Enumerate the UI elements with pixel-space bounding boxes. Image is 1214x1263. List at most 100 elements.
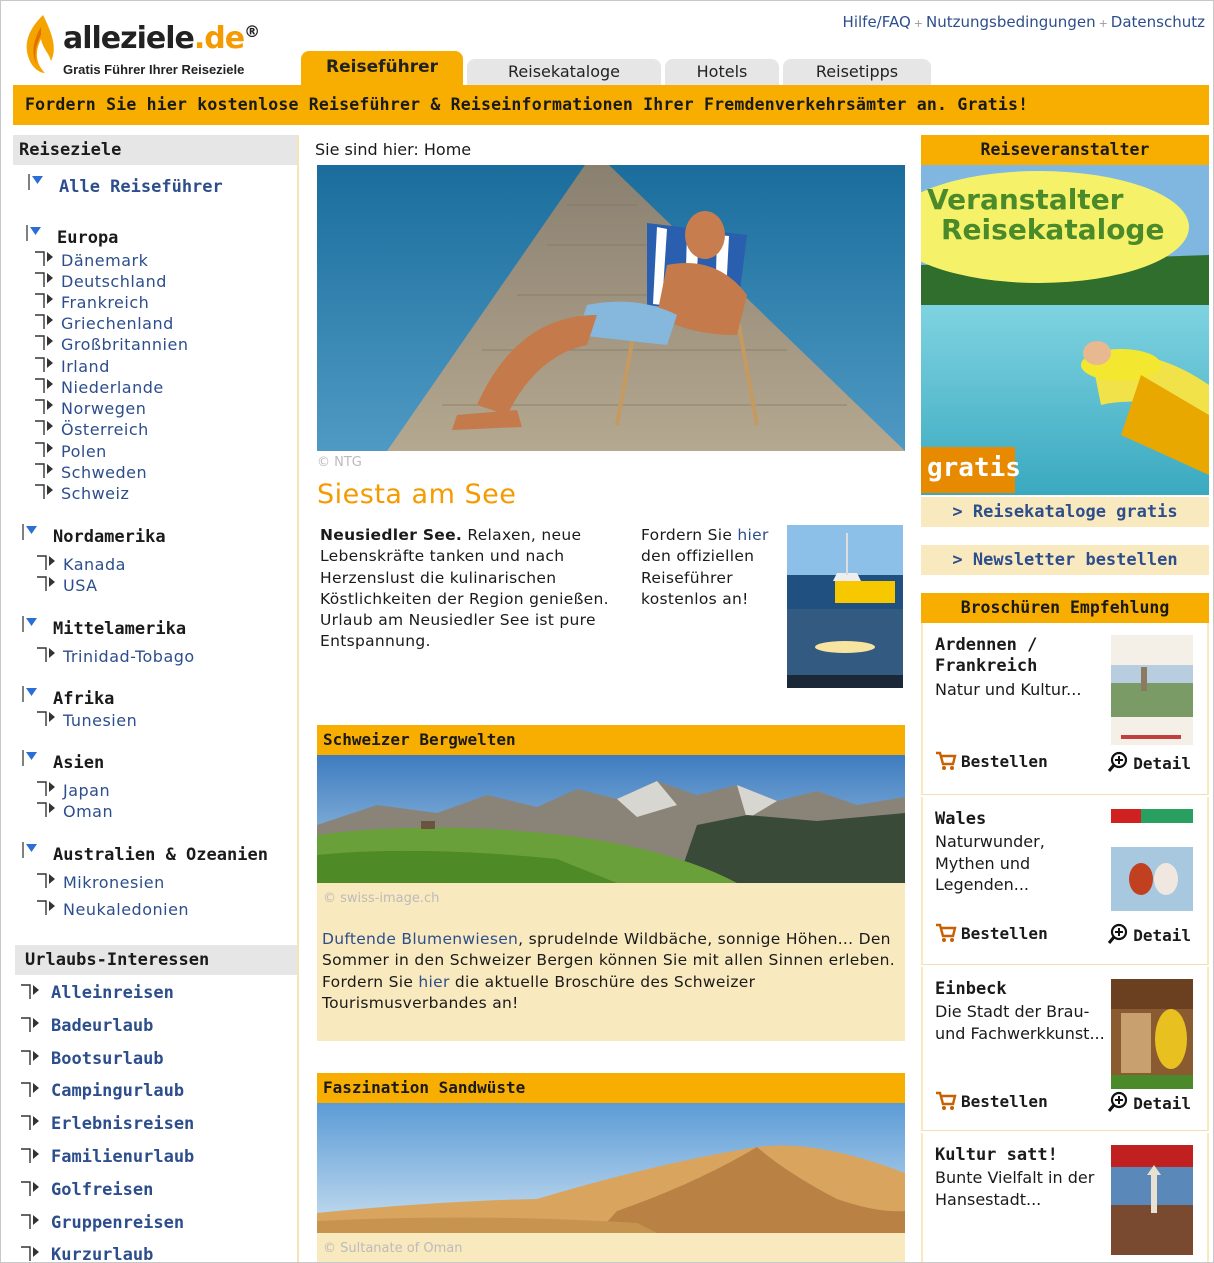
tree-branch-icon [37,647,55,662]
detail-button[interactable]: Detail [1107,923,1191,945]
feature-title[interactable]: Siesta am See [317,479,516,510]
mountain-image[interactable] [317,755,905,883]
country-link[interactable]: Oman [37,802,113,821]
tree-branch-icon [21,1148,39,1163]
newsletter-link[interactable]: > Newsletter bestellen [921,545,1209,575]
interest-link[interactable]: Alleinreisen [21,983,174,1003]
country-link[interactable]: Tunesien [37,711,137,730]
brochure-title[interactable]: Einbeck [935,979,1105,1000]
brochure-thumbnail[interactable] [1111,1145,1193,1255]
detail-button[interactable]: Detail [1107,1091,1191,1113]
tab-hotels[interactable]: Hotels [665,59,779,85]
country-link[interactable]: Griechenland [35,314,174,333]
country-link[interactable]: Schweiz [35,484,130,503]
country-link[interactable]: Trinidad-Tobago [37,647,195,666]
region-australien-ozeanien[interactable]: Australien & Ozeanien [22,842,268,865]
country-link[interactable]: USA [37,576,98,595]
cart-icon [936,923,957,942]
country-label: Irland [61,357,110,376]
tab-reisefuehrer[interactable]: Reiseführer [301,51,463,85]
country-label: Österreich [61,420,149,439]
brand-tagline: Gratis Führer Ihrer Reiseziele [63,62,245,77]
region-nordamerika[interactable]: Nordamerika [22,524,166,547]
section-heading-sandwueste[interactable]: Faszination Sandwüste [317,1073,905,1103]
country-link[interactable]: Deutschland [35,272,167,291]
section-box-sandwueste: © Sultanate of Oman [317,1103,905,1262]
country-link[interactable]: Kanada [37,555,126,574]
country-link[interactable]: Frankreich [35,293,149,312]
ad-line-2: Reisekataloge [941,213,1165,246]
help-faq-link[interactable]: Hilfe/FAQ [843,13,911,31]
interest-link[interactable]: Bootsurlaub [21,1049,164,1069]
country-link[interactable]: Mikronesien [37,873,165,892]
region-europa[interactable]: Europa [26,225,118,248]
detail-label: Detail [1133,926,1191,945]
catalogs-free-link[interactable]: > Reisekataloge gratis [921,497,1209,527]
country-link[interactable]: Japan [37,781,110,800]
interest-label: Kurzurlaub [51,1245,154,1263]
interest-link[interactable]: Badeurlaub [21,1015,154,1036]
country-label: Trinidad-Tobago [63,647,195,666]
order-button[interactable]: Bestellen [935,751,1048,771]
bergwelten-order-link[interactable]: hier [418,973,449,991]
tab-reisetipps[interactable]: Reisetipps [783,59,931,85]
country-link[interactable]: Dänemark [35,251,148,270]
order-label: Bestellen [961,1092,1048,1111]
right-sidebar: Reiseveranstalter Veranstalter Reisekatal… [921,135,1209,1262]
region-asien[interactable]: Asien [22,750,104,773]
catalog-ad[interactable]: Veranstalter Reisekataloge gratis [921,165,1209,495]
interest-label: Golfreisen [51,1179,154,1200]
order-button[interactable]: Bestellen [935,923,1048,943]
interest-link[interactable]: Campingurlaub [21,1081,184,1101]
region-mittelamerika[interactable]: Mittelamerika [22,616,186,639]
interest-link[interactable]: Familienurlaub [21,1147,194,1167]
region-afrika[interactable]: Afrika [22,686,114,709]
privacy-link[interactable]: Datenschutz [1111,13,1205,31]
country-link[interactable]: Norwegen [35,399,146,418]
main-content: Sie sind hier: Home © NTG Siesta am See … [315,135,907,1262]
country-link[interactable]: Niederlande [35,378,164,397]
site-logo[interactable]: alleziele.de® Gratis Führer Ihrer Reisez… [19,11,299,83]
brochure-thumbnail[interactable] [1111,979,1193,1089]
ad-headline: Veranstalter Reisekataloge [927,185,1164,245]
tree-branch-icon [37,576,55,591]
interest-label: Badeurlaub [51,1015,154,1036]
section-heading-bergwelten[interactable]: Schweizer Bergwelten [317,725,905,755]
order-button[interactable]: Bestellen [935,1091,1048,1111]
interest-link[interactable]: Kurzurlaub [21,1245,154,1263]
expand-arrow-icon [26,225,41,241]
all-guides-link[interactable]: Alle Reiseführer [28,174,223,197]
country-link[interactable]: Großbritannien [35,335,188,354]
country-link[interactable]: Irland [35,357,110,376]
brochure-desc: Bunte Vielfalt in der Hansestadt... [935,1168,1095,1209]
promo-banner[interactable]: Fordern Sie hier kostenlose Reiseführer … [13,85,1209,125]
mountain-image-credit: © swiss-image.ch [323,891,440,906]
brochure-title[interactable]: Kultur satt! [935,1145,1105,1166]
desert-image[interactable] [317,1103,905,1233]
country-link[interactable]: Österreich [35,420,149,439]
tree-branch-icon [21,1049,39,1065]
brand-name: alleziele.de® [63,21,260,56]
detail-label: Detail [1133,754,1191,773]
brochure-title[interactable]: Wales [935,809,1105,830]
brochure-thumbnail[interactable] [1111,635,1193,745]
tab-reisekataloge[interactable]: Reisekataloge [467,59,661,85]
zoom-plus-icon [1108,751,1128,772]
country-link[interactable]: Schweden [35,463,147,482]
country-link[interactable]: Polen [35,442,107,461]
country-link[interactable]: Neukaledonien [37,900,189,919]
interest-link[interactable]: Gruppenreisen [21,1213,184,1233]
country-label: Schweiz [61,484,130,503]
interest-link[interactable]: Golfreisen [21,1179,154,1200]
flower-meadows-link[interactable]: Duftende Blumenwiesen [322,930,518,948]
detail-button[interactable]: Detail [1107,751,1191,773]
tree-branch-icon [35,463,53,478]
guide-cover-thumbnail[interactable] [787,525,903,688]
country-label: Mikronesien [63,873,165,892]
terms-link[interactable]: Nutzungsbedingungen [926,13,1096,31]
hero-image[interactable] [317,165,905,451]
brochure-thumbnail[interactable] [1111,809,1193,919]
brochure-title[interactable]: Ardennen / Frankreich [935,635,1105,677]
interest-link[interactable]: Erlebnisreisen [21,1114,194,1134]
order-here-link[interactable]: hier [737,526,768,544]
